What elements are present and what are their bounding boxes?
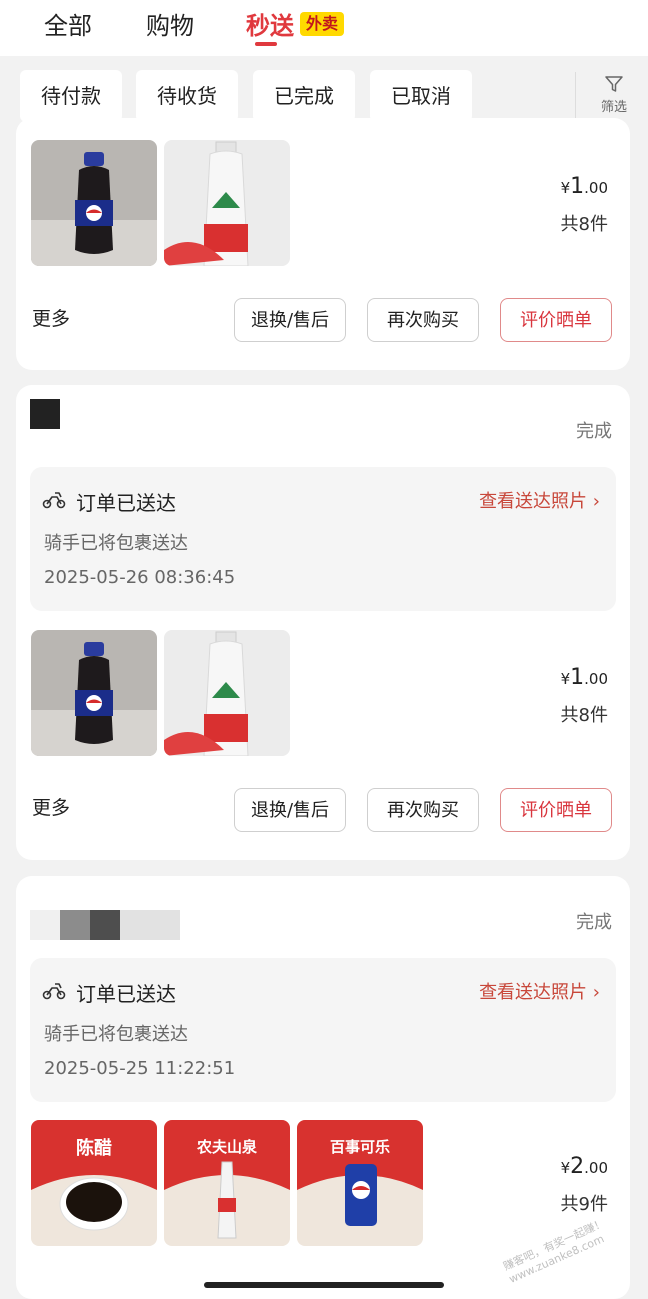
delivery-time: 2025-05-25 11:22:51 xyxy=(44,1058,236,1079)
item-count: 共8件 xyxy=(560,214,608,235)
more-link[interactable]: 更多 xyxy=(32,304,70,331)
vinegar-label: 陈醋 xyxy=(76,1137,112,1159)
pepsi-label: 百事可乐 xyxy=(330,1138,390,1156)
nongfu-spring-bottle-image xyxy=(164,630,290,756)
review-button[interactable]: 评价晒单 xyxy=(500,788,612,832)
delivery-note: 骑手已将包裹送达 xyxy=(44,1024,188,1045)
tab-shopping[interactable]: 购物 xyxy=(146,6,194,41)
delivery-info-panel: 订单已送达 查看送达照片 › 骑手已将包裹送达 2025-05-26 08:36… xyxy=(30,467,616,611)
delivery-time: 2025-05-26 08:36:45 xyxy=(44,567,236,588)
tab-all[interactable]: 全部 xyxy=(44,6,92,41)
top-tab-bar: 全部 购物 秒送 外卖 xyxy=(0,0,648,56)
order-price: ¥1.00 xyxy=(560,665,608,690)
order-status: 完成 xyxy=(576,421,612,442)
filter-button[interactable]: 筛选 xyxy=(592,70,636,120)
tab-instant-delivery[interactable]: 秒送 xyxy=(246,6,294,41)
scooter-icon xyxy=(42,983,66,1000)
buy-again-button[interactable]: 再次购买 xyxy=(367,298,479,342)
divider xyxy=(575,72,576,120)
pepsi-bottle-image xyxy=(31,140,157,266)
pepsi-can-product-image: 百事可乐 xyxy=(297,1120,423,1246)
order-status: 完成 xyxy=(576,912,612,933)
buy-again-button[interactable]: 再次购买 xyxy=(367,788,479,832)
active-tab-indicator xyxy=(255,42,277,46)
order-card[interactable]: 完成 订单已送达 查看送达照片 › 骑手已将包裹送达 2025-05-25 11… xyxy=(16,876,630,1299)
delivery-status-title: 订单已送达 xyxy=(76,491,176,515)
nongfu-spring-bottle-image xyxy=(164,140,290,266)
item-count: 共8件 xyxy=(560,705,608,726)
more-link[interactable]: 更多 xyxy=(32,793,70,820)
item-count: 共9件 xyxy=(560,1194,608,1215)
shop-name-redacted xyxy=(30,399,60,429)
chevron-right-icon: › xyxy=(592,491,600,512)
view-delivery-photo-link[interactable]: 查看送达照片 › xyxy=(479,978,600,1004)
filter-button-label: 筛选 xyxy=(600,100,627,115)
filter-pending-receipt[interactable]: 待收货 xyxy=(136,70,238,122)
order-card[interactable]: 完成 订单已送达 查看送达照片 › 骑手已将包裹送达 2025-05-26 08… xyxy=(16,385,630,860)
vinegar-product-image: 陈醋 xyxy=(31,1120,157,1246)
order-card[interactable]: ¥1.00 共8件 更多 退换/售后 再次购买 评价晒单 xyxy=(16,118,630,370)
delivery-info-panel: 订单已送达 查看送达照片 › 骑手已将包裹送达 2025-05-25 11:22… xyxy=(30,958,616,1102)
filter-completed[interactable]: 已完成 xyxy=(253,70,355,122)
delivery-note: 骑手已将包裹送达 xyxy=(44,533,188,554)
takeout-badge: 外卖 xyxy=(300,12,345,36)
view-delivery-photo-link[interactable]: 查看送达照片 › xyxy=(479,487,600,513)
review-button[interactable]: 评价晒单 xyxy=(500,298,612,342)
scooter-icon xyxy=(42,492,66,509)
pepsi-bottle-image xyxy=(31,630,157,756)
shop-name-redacted xyxy=(30,910,180,940)
filter-pending-payment[interactable]: 待付款 xyxy=(20,70,122,122)
nongfu-spring-product-image: 农夫山泉 xyxy=(164,1120,290,1246)
return-after-sales-button[interactable]: 退换/售后 xyxy=(234,298,346,342)
filter-cancelled[interactable]: 已取消 xyxy=(370,70,472,122)
chevron-right-icon: › xyxy=(592,982,600,1003)
funnel-icon xyxy=(605,76,623,92)
return-after-sales-button[interactable]: 退换/售后 xyxy=(234,788,346,832)
order-price: ¥2.00 xyxy=(560,1154,608,1179)
delivery-status-title: 订单已送达 xyxy=(76,982,176,1006)
home-indicator[interactable] xyxy=(204,1282,444,1288)
order-price: ¥1.00 xyxy=(560,174,608,199)
nongfu-spring-label: 农夫山泉 xyxy=(196,1138,258,1156)
